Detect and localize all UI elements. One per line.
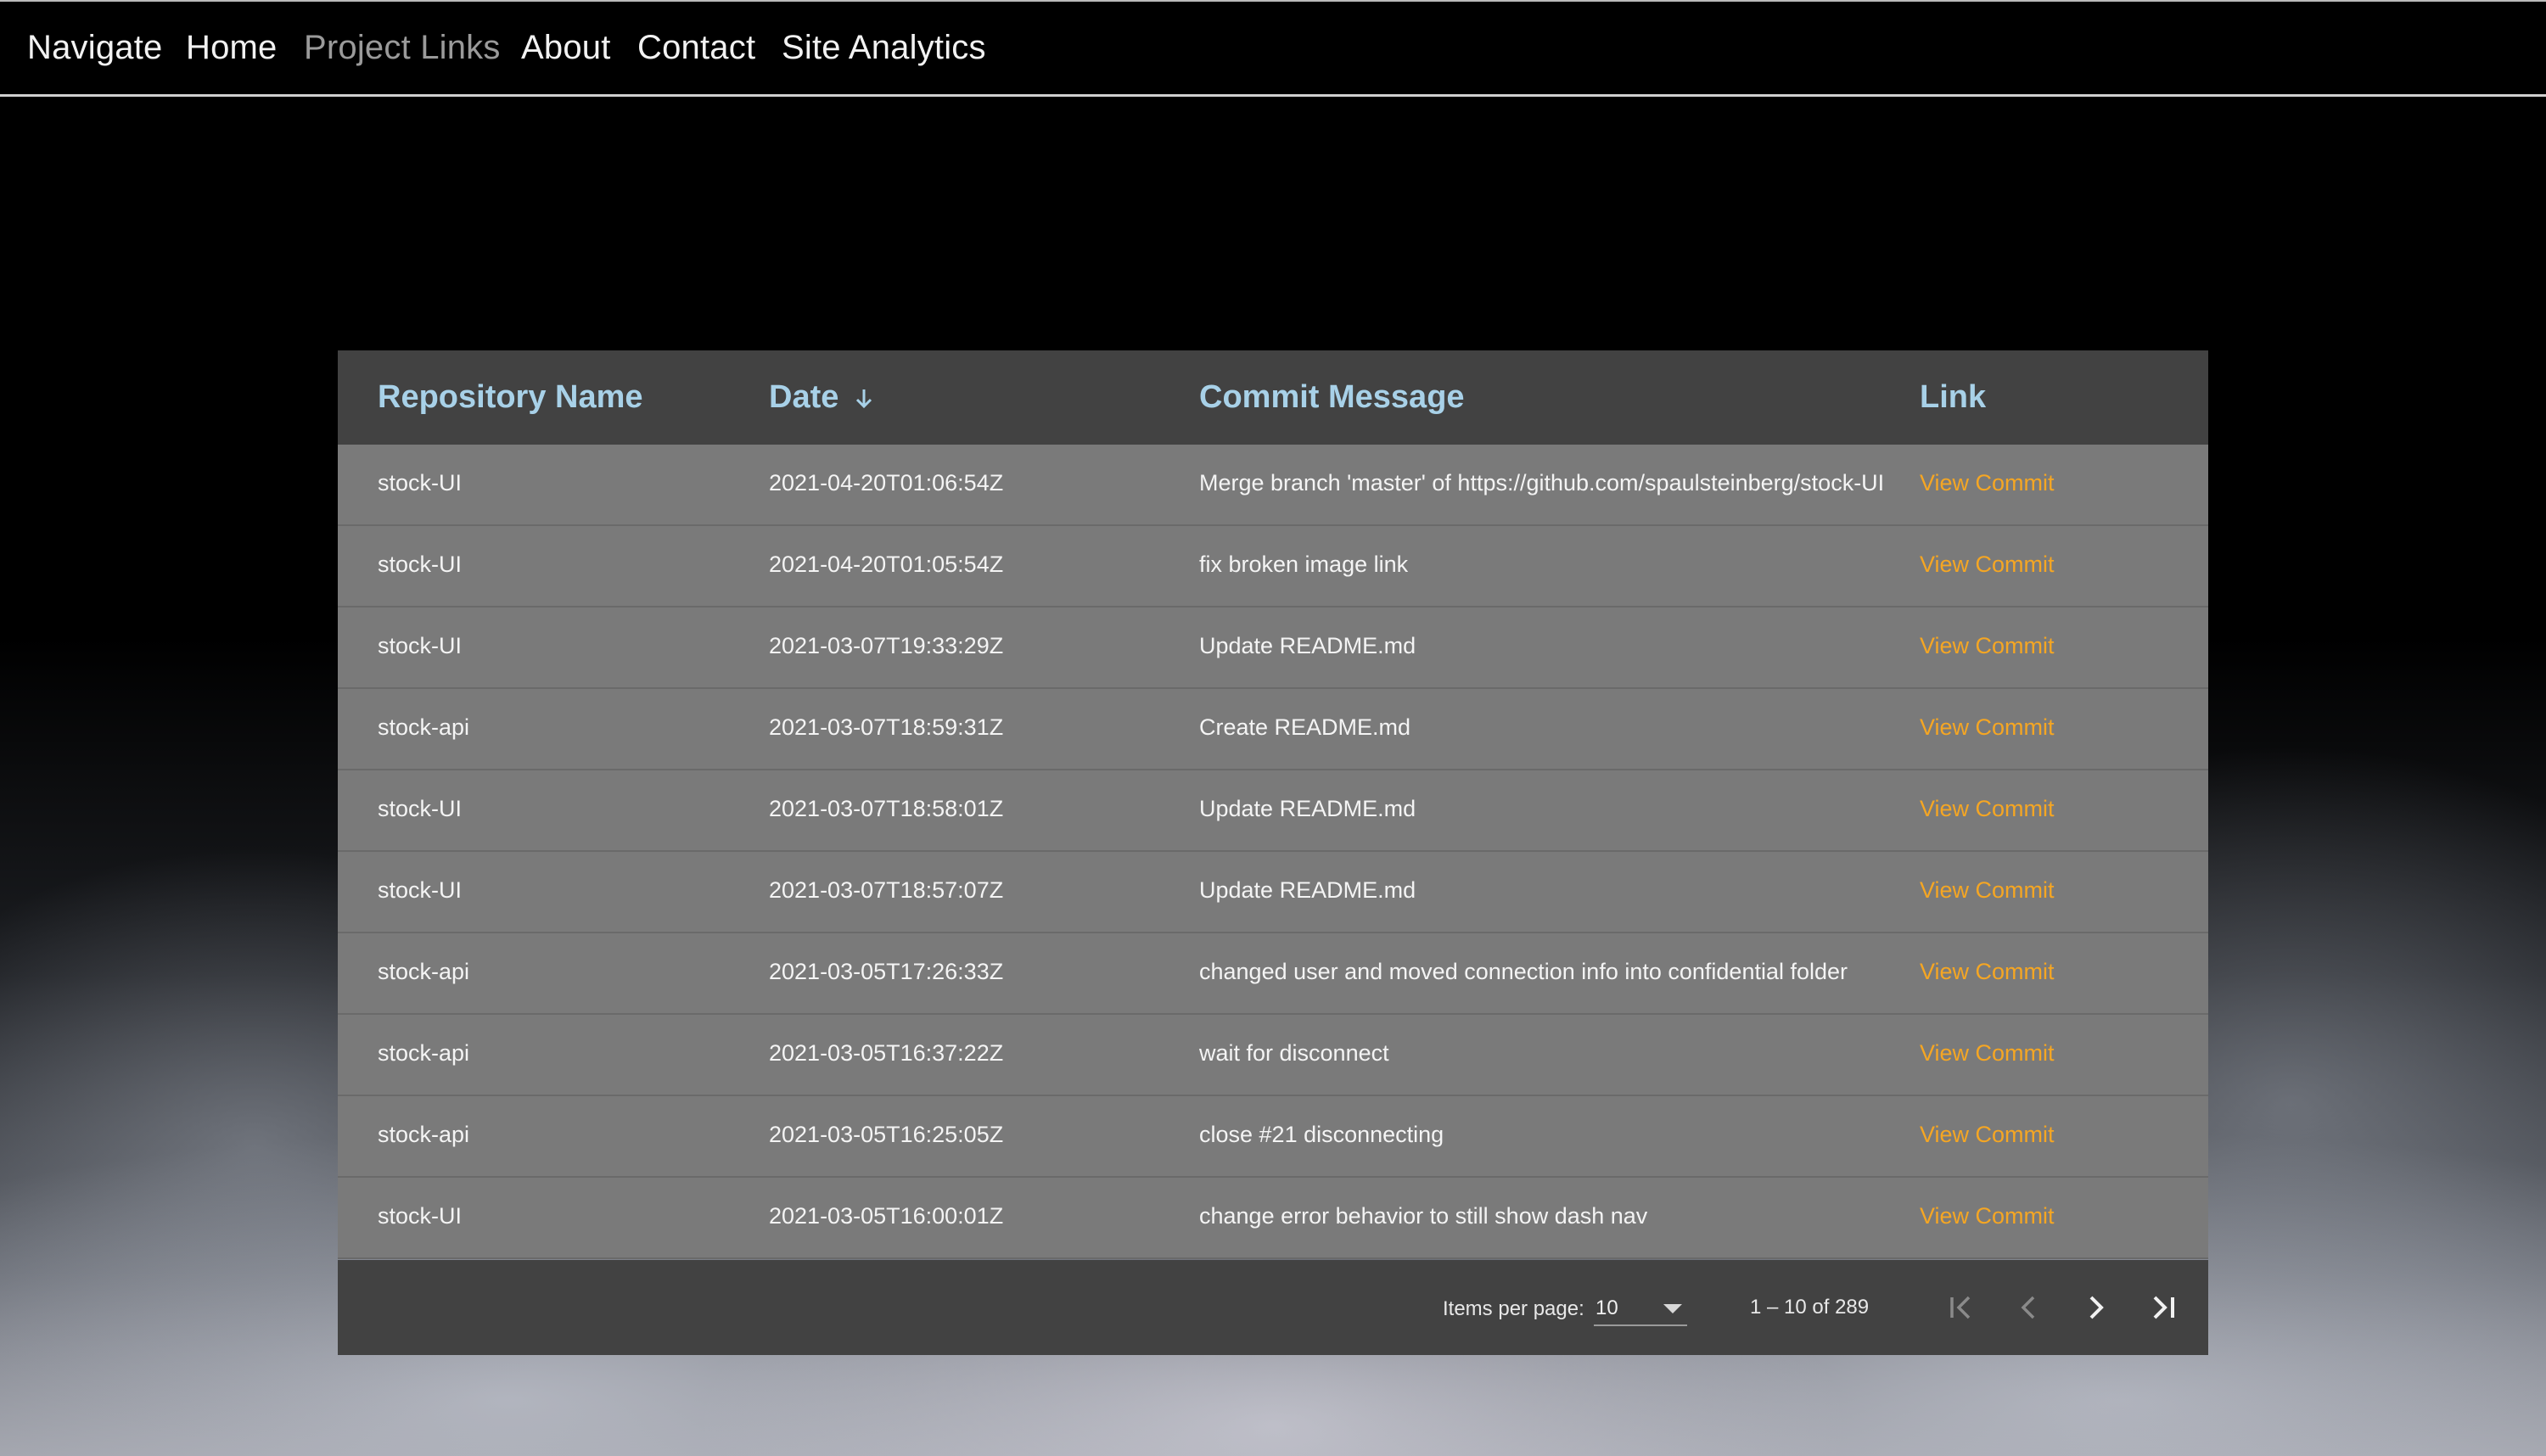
nav-item-site-analytics[interactable]: Site Analytics <box>782 29 986 67</box>
column-header-repository-name[interactable]: Repository Name <box>378 379 643 416</box>
commits-table: Repository Name Date Commit Message Link… <box>338 350 2208 1355</box>
commit-message-cell: Update README.md <box>1199 633 1416 658</box>
repository-name-cell: stock-api <box>378 714 470 740</box>
previous-page-icon[interactable] <box>2006 1285 2050 1330</box>
items-per-page-select[interactable]: 10 <box>1594 1291 1687 1326</box>
table-row: stock-UI 2021-03-07T18:57:07Z Update READM… <box>338 852 2208 933</box>
view-commit-link[interactable]: View Commit <box>1920 1122 2055 1148</box>
nav-item-contact[interactable]: Contact <box>637 29 755 67</box>
date-cell: 2021-03-05T17:26:33Z <box>769 959 1004 984</box>
view-commit-link[interactable]: View Commit <box>1920 633 2055 659</box>
view-commit-link[interactable]: View Commit <box>1920 714 2055 741</box>
table-row: stock-api 2021-03-05T17:26:33Z changed use… <box>338 933 2208 1015</box>
items-per-page-value: 10 <box>1595 1296 1618 1319</box>
date-cell: 2021-04-20T01:06:54Z <box>769 470 1004 496</box>
view-commit-link[interactable]: View Commit <box>1920 959 2055 985</box>
commit-message-cell: Update README.md <box>1199 877 1416 903</box>
date-cell: 2021-03-05T16:25:05Z <box>769 1122 1004 1147</box>
table-row: stock-api 2021-03-05T16:25:05Z close #21 d… <box>338 1096 2208 1178</box>
table-row: stock-UI 2021-03-05T16:00:01Z change error… <box>338 1178 2208 1259</box>
table-row: stock-UI 2021-04-20T01:05:54Z fix broken i… <box>338 526 2208 608</box>
column-header-date-label: Date <box>769 379 839 415</box>
column-header-date[interactable]: Date <box>769 379 872 416</box>
commit-message-cell: fix broken image link <box>1199 552 1409 577</box>
commit-message-cell: close #21 disconnecting <box>1199 1122 1444 1147</box>
commit-message-cell: changed user and moved connection info i… <box>1199 959 1848 984</box>
date-cell: 2021-03-05T16:00:01Z <box>769 1203 1004 1229</box>
date-cell: 2021-03-07T19:33:29Z <box>769 633 1004 658</box>
view-commit-link[interactable]: View Commit <box>1920 470 2055 496</box>
view-commit-link[interactable]: View Commit <box>1920 1040 2055 1067</box>
arrow-down-icon <box>855 389 872 409</box>
first-page-icon[interactable] <box>1938 1285 1982 1330</box>
table-row: stock-api 2021-03-05T16:37:22Z wait for di… <box>338 1015 2208 1096</box>
repository-name-cell: stock-api <box>378 959 470 984</box>
view-commit-link[interactable]: View Commit <box>1920 877 2055 904</box>
repository-name-cell: stock-UI <box>378 1203 463 1229</box>
repository-name-cell: stock-api <box>378 1122 470 1147</box>
repository-name-cell: stock-UI <box>378 633 463 658</box>
repository-name-cell: stock-UI <box>378 877 463 903</box>
date-cell: 2021-03-05T16:37:22Z <box>769 1040 1004 1066</box>
view-commit-link[interactable]: View Commit <box>1920 796 2055 822</box>
repository-name-cell: stock-UI <box>378 796 463 821</box>
repository-name-cell: stock-UI <box>378 470 463 496</box>
commit-message-cell: Merge branch 'master' of https://github.… <box>1199 470 1885 496</box>
table-header-row: Repository Name Date Commit Message Link <box>338 350 2208 445</box>
page-range-label: 1 – 10 of 289 <box>1750 1296 1870 1319</box>
nav-item-home[interactable]: Home <box>186 29 278 67</box>
view-commit-link[interactable]: View Commit <box>1920 552 2055 578</box>
last-page-icon[interactable] <box>2142 1285 2186 1330</box>
repository-name-cell: stock-api <box>378 1040 470 1066</box>
nav-item-about[interactable]: About <box>521 29 611 67</box>
column-header-commit-message[interactable]: Commit Message <box>1199 379 1465 416</box>
commit-message-cell: wait for disconnect <box>1199 1040 1389 1066</box>
date-cell: 2021-03-07T18:57:07Z <box>769 877 1004 903</box>
date-cell: 2021-04-20T01:05:54Z <box>769 552 1004 577</box>
table-row: stock-UI 2021-03-07T19:33:29Z Update READM… <box>338 608 2208 689</box>
date-cell: 2021-03-07T18:58:01Z <box>769 796 1004 821</box>
date-cell: 2021-03-07T18:59:31Z <box>769 714 1004 740</box>
nav-item-project-links[interactable]: Project Links <box>304 29 501 67</box>
table-row: stock-UI 2021-03-07T18:58:01Z Update READM… <box>338 770 2208 852</box>
commit-message-cell: Update README.md <box>1199 796 1416 821</box>
paginator: Items per page: 10 1 – 10 of 289 <box>338 1260 2208 1355</box>
nav-brand-navigate[interactable]: Navigate <box>27 29 162 67</box>
commit-message-cell: change error behavior to still show dash… <box>1199 1203 1648 1229</box>
next-page-icon[interactable] <box>2074 1285 2118 1330</box>
items-per-page-label: Items per page: <box>1443 1297 1584 1320</box>
table-row: stock-UI 2021-04-20T01:06:54Z Merge branch… <box>338 445 2208 526</box>
table-row: stock-api 2021-03-07T18:59:31Z Create READ… <box>338 689 2208 770</box>
top-navbar: Navigate Home Project Links About Contac… <box>0 0 2546 97</box>
view-commit-link[interactable]: View Commit <box>1920 1203 2055 1229</box>
dropdown-arrow-icon <box>1663 1304 1682 1313</box>
repository-name-cell: stock-UI <box>378 552 463 577</box>
column-header-link[interactable]: Link <box>1920 379 1986 416</box>
commit-message-cell: Create README.md <box>1199 714 1411 740</box>
